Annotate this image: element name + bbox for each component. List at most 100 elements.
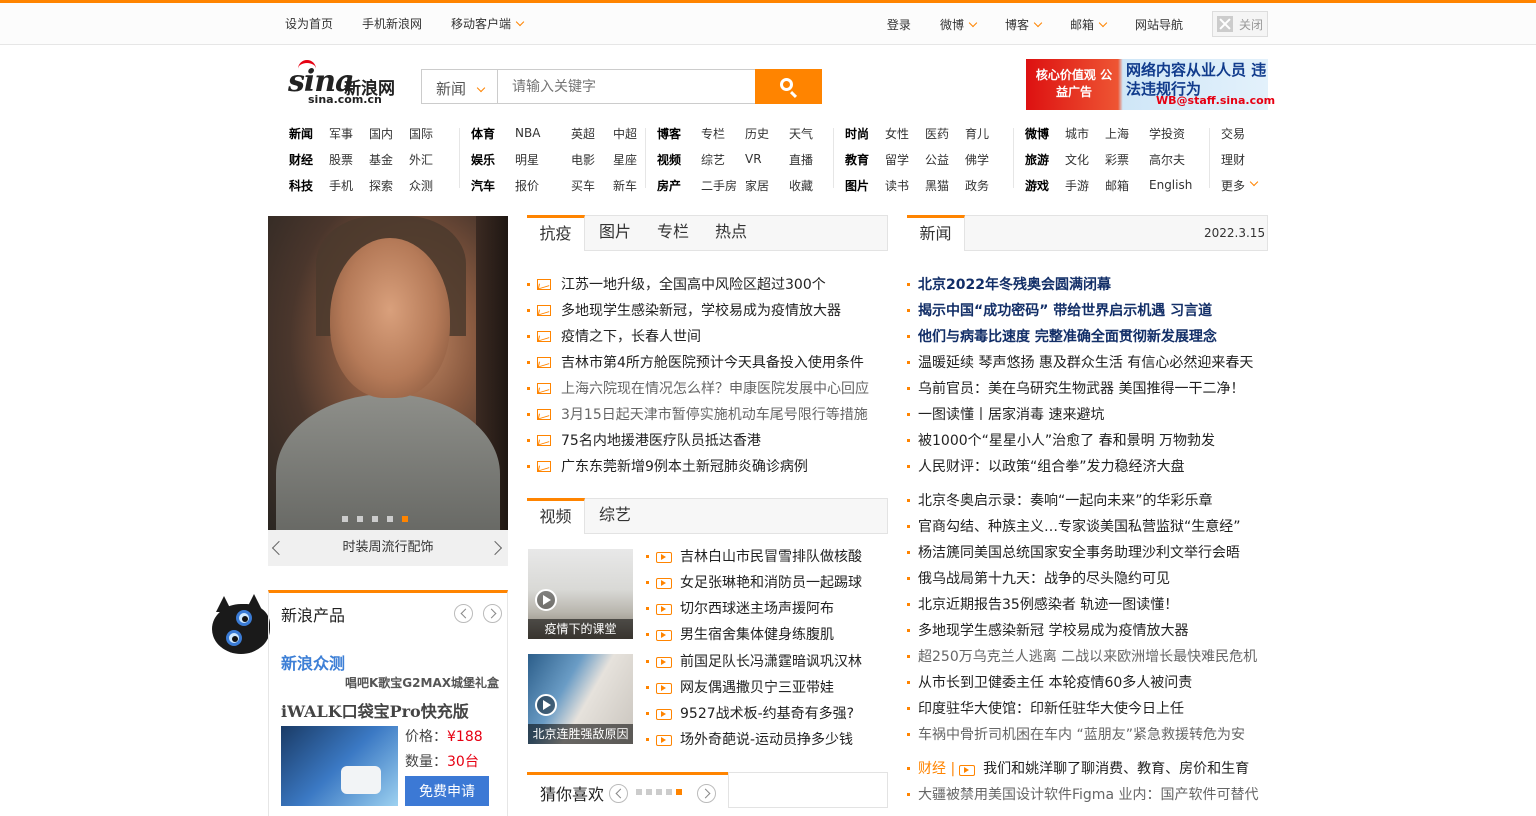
nav-link[interactable]: 明星 xyxy=(515,151,571,168)
tab-shipin[interactable]: 视频 xyxy=(527,498,585,534)
tab-kangyi[interactable]: 抗疫 xyxy=(527,215,585,251)
nav-link[interactable]: 公益 xyxy=(925,151,965,168)
nav-link[interactable]: 天气 xyxy=(789,125,833,142)
tab-xinwen[interactable]: 新闻 xyxy=(907,215,965,251)
nav-link[interactable]: 众测 xyxy=(409,177,449,194)
products-next-button[interactable] xyxy=(483,604,502,623)
list-item[interactable]: 吉林市第4所方舱医院预计今天具备投入使用条件 xyxy=(527,350,869,376)
sina-logo[interactable]: sina 新浪网 sina.com.cn xyxy=(288,60,400,108)
slide-dot[interactable] xyxy=(372,516,378,522)
slide-dot[interactable] xyxy=(357,516,363,522)
nav-link[interactable]: 家居 xyxy=(745,177,789,194)
search-button[interactable] xyxy=(755,69,822,104)
guess-prev-button[interactable] xyxy=(609,784,628,803)
nav-link[interactable]: 军事 xyxy=(329,125,369,142)
list-item[interactable]: 多地现学生感染新冠，学校易成为疫情放大器 xyxy=(527,298,869,324)
free-apply-button[interactable]: 免费申请 xyxy=(405,776,489,806)
video-list-item[interactable]: 网友偶遇撒贝宁三亚带娃 xyxy=(646,675,862,701)
nav-link[interactable]: 股票 xyxy=(329,151,369,168)
slide-dot[interactable] xyxy=(402,516,408,522)
news-item[interactable]: 北京冬奥启示录：奏响“一起向未来”的华彩乐章 xyxy=(907,488,1258,514)
finance-tag[interactable]: 财经 | xyxy=(918,761,955,777)
news-item[interactable]: 温暖延续 琴声悠扬 惠及群众生活 有信心必然迎来春天 xyxy=(907,350,1258,376)
tab-zongyi[interactable]: 综艺 xyxy=(586,498,644,534)
nav-link[interactable]: 汽车 xyxy=(471,177,515,194)
nav-link[interactable]: 国际 xyxy=(409,125,449,142)
news-item[interactable]: 印度驻华大使馆：印新任驻华大使今日上任 xyxy=(907,696,1258,722)
nav-link[interactable]: 交易 xyxy=(1221,125,1245,142)
list-item[interactable]: 江苏一地升级，全国高中风险区超过300个 xyxy=(527,272,869,298)
nav-link[interactable]: 理财 xyxy=(1221,151,1245,168)
news-item[interactable]: 多地现学生感染新冠 学校易成为疫情放大器 xyxy=(907,618,1258,644)
news-item[interactable]: 人民财评：以政策“组合拳”发力稳经济大盘 xyxy=(907,454,1258,480)
zhongce-link[interactable]: 新浪众测 xyxy=(281,650,345,674)
nav-link[interactable]: 科技 xyxy=(289,177,329,194)
nav-link[interactable]: 新车 xyxy=(613,177,653,194)
news-item[interactable]: 北京近期报告35例感染者 轨迹一图读懂！ xyxy=(907,592,1258,618)
nav-link[interactable]: 手机 xyxy=(329,177,369,194)
guess-dot[interactable] xyxy=(646,789,652,795)
list-item[interactable]: 3月15日起天津市暂停实施机动车尾号限行等措施 xyxy=(527,402,869,428)
news-item[interactable]: 官商勾结、种族主义…专家谈美国私营监狱“生意经” xyxy=(907,514,1258,540)
news-item[interactable]: 杨洁篪同美国总统国家安全事务助理沙利文举行会晤 xyxy=(907,540,1258,566)
nav-link[interactable]: 政务 xyxy=(965,177,1005,194)
nav-link[interactable]: 游戏 xyxy=(1025,177,1065,194)
nav-link[interactable]: 手游 xyxy=(1065,177,1105,194)
nav-link[interactable]: 旅游 xyxy=(1025,151,1065,168)
nav-link[interactable]: 留学 xyxy=(885,151,925,168)
close-button[interactable]: 关闭 xyxy=(1212,11,1268,37)
search-input[interactable] xyxy=(497,69,756,104)
nav-link[interactable]: 国内 xyxy=(369,125,409,142)
nav-link[interactable]: 博客 xyxy=(657,125,701,142)
video-thumb[interactable]: 疫情下的课堂 xyxy=(528,549,633,639)
video-thumb[interactable]: 北京连胜强敌原因 xyxy=(528,654,633,744)
product-image[interactable] xyxy=(281,726,398,806)
nav-link[interactable]: 新闻 xyxy=(289,125,329,142)
news-item[interactable]: 超250万乌克兰人逃离 二战以来欧洲增长最快难民危机 xyxy=(907,644,1258,670)
login-link[interactable]: 登录 xyxy=(887,16,911,33)
video-list-item[interactable]: 前国足队长冯潇霆暗讽巩汉林 xyxy=(646,649,862,675)
tab-tupian[interactable]: 图片 xyxy=(586,215,644,251)
nav-link[interactable]: 黑猫 xyxy=(925,177,965,194)
black-cat-mascot-icon[interactable] xyxy=(206,594,270,658)
nav-link[interactable]: 城市 xyxy=(1065,125,1105,142)
nav-link[interactable]: VR xyxy=(745,152,789,166)
news-item[interactable]: 北京2022年冬残奥会圆满闭幕 xyxy=(907,272,1258,298)
nav-link[interactable]: 更多 xyxy=(1221,177,1245,194)
nav-link[interactable]: 上海 xyxy=(1105,125,1149,142)
nav-link[interactable]: 基金 xyxy=(369,151,409,168)
nav-link[interactable]: 育儿 xyxy=(965,125,1005,142)
nav-link[interactable]: 学投资 xyxy=(1149,125,1209,142)
video-list-item[interactable]: 男生宿舍集体健身练腹肌 xyxy=(646,622,862,648)
video-list-item[interactable]: 切尔西球迷主场声援阿布 xyxy=(646,596,862,622)
slide-dot[interactable] xyxy=(342,516,348,522)
nav-link[interactable]: 微博 xyxy=(1025,125,1065,142)
nav-link[interactable]: 读书 xyxy=(885,177,925,194)
news-item[interactable]: 车祸中骨折司机困在车内 “蓝朋友”紧急救援转危为安 xyxy=(907,722,1258,748)
list-item[interactable]: 疫情之下，长春人世间 xyxy=(527,324,869,350)
nav-link[interactable]: 探索 xyxy=(369,177,409,194)
mobile-sina-link[interactable]: 手机新浪网 xyxy=(362,15,422,32)
nav-link[interactable]: 女性 xyxy=(885,125,925,142)
tab-redian[interactable]: 热点 xyxy=(702,215,760,251)
blog-menu[interactable]: 博客 xyxy=(1005,16,1043,33)
nav-link[interactable]: 直播 xyxy=(789,151,833,168)
nav-link[interactable]: 英超 xyxy=(571,125,613,142)
news-item[interactable]: 乌前官员：美在乌研究生物武器 美国推得一干二净！ xyxy=(907,376,1258,402)
video-list-item[interactable]: 女足张琳艳和消防员一起踢球 xyxy=(646,570,862,596)
nav-link[interactable]: 财经 xyxy=(289,151,329,168)
slide-dot[interactable] xyxy=(387,516,393,522)
news-item-finance[interactable]: 财经 | 我们和姚洋聊了聊消费、教育、房价和生育 xyxy=(907,756,1258,782)
slide-caption[interactable]: 时装周流行配饰 xyxy=(268,530,508,566)
nav-link[interactable]: 时尚 xyxy=(845,125,885,142)
nav-link[interactable]: 医药 xyxy=(925,125,965,142)
nav-link[interactable]: 体育 xyxy=(471,125,515,142)
nav-link[interactable]: 娱乐 xyxy=(471,151,515,168)
guess-dot[interactable] xyxy=(666,789,672,795)
guess-next-button[interactable] xyxy=(697,784,716,803)
nav-link[interactable]: 综艺 xyxy=(701,151,745,168)
nav-link[interactable]: NBA xyxy=(515,126,571,140)
product-name[interactable]: iWALK口袋宝Pro快充版 xyxy=(281,698,469,722)
video-list-item[interactable]: 场外奇葩说-运动员挣多少钱 xyxy=(646,727,862,753)
news-item[interactable]: 揭示中国“成功密码” 带给世界启示机遇 习言道 xyxy=(907,298,1258,324)
